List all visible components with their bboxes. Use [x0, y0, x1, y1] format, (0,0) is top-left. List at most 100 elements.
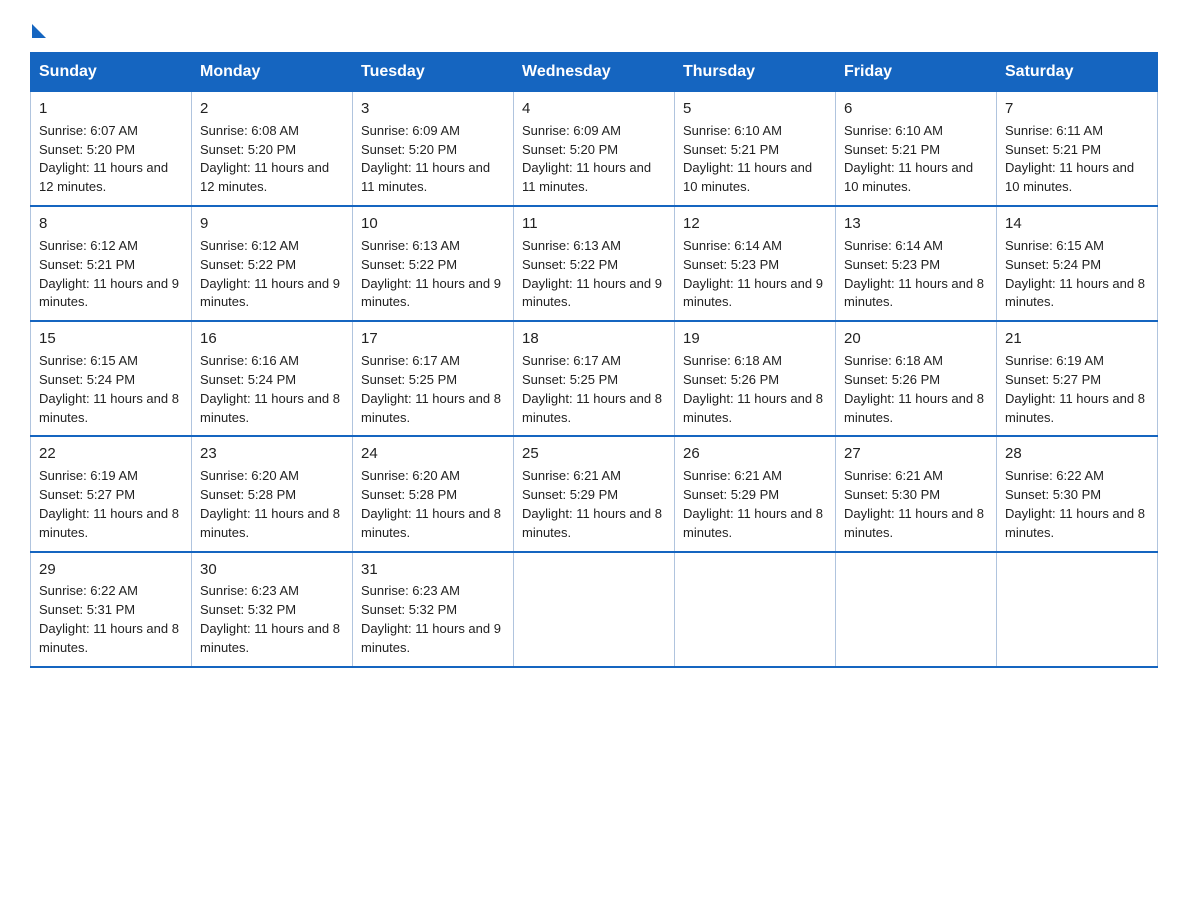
sunrise-text: Sunrise: 6:14 AM	[683, 238, 782, 253]
calendar-cell: 15Sunrise: 6:15 AMSunset: 5:24 PMDayligh…	[31, 321, 192, 436]
daylight-text: Daylight: 11 hours and 8 minutes.	[361, 391, 501, 425]
calendar-cell: 16Sunrise: 6:16 AMSunset: 5:24 PMDayligh…	[192, 321, 353, 436]
calendar-cell: 20Sunrise: 6:18 AMSunset: 5:26 PMDayligh…	[836, 321, 997, 436]
calendar-cell: 2Sunrise: 6:08 AMSunset: 5:20 PMDaylight…	[192, 92, 353, 207]
day-number: 25	[522, 443, 666, 465]
daylight-text: Daylight: 11 hours and 8 minutes.	[683, 391, 823, 425]
daylight-text: Daylight: 11 hours and 9 minutes.	[361, 621, 501, 655]
calendar-cell: 26 Sunrise: 6:21 AM Sunset: 5:29 PM Dayligh…	[675, 436, 836, 551]
sunrise-text: Sunrise: 6:17 AM	[361, 353, 460, 368]
sunset-text: Sunset: 5:24 PM	[1005, 257, 1101, 272]
day-number: 21	[1005, 328, 1149, 350]
daylight-text: Daylight: 11 hours and 12 minutes.	[39, 160, 168, 194]
calendar-cell: 13Sunrise: 6:14 AMSunset: 5:23 PMDayligh…	[836, 206, 997, 321]
sunset-text: Sunset: 5:20 PM	[522, 142, 618, 157]
day-number: 3	[361, 98, 505, 120]
day-number: 1	[39, 98, 183, 120]
daylight-text: Daylight: 11 hours and 8 minutes.	[1005, 391, 1145, 425]
sunrise-text: Sunrise: 6:20 AM	[361, 468, 460, 483]
calendar-cell: 7Sunrise: 6:11 AMSunset: 5:21 PMDaylight…	[997, 92, 1158, 207]
calendar-week-row: 22Sunrise: 6:19 AMSunset: 5:27 PMDayligh…	[31, 436, 1158, 551]
sunrise-text: Sunrise: 6:08 AM	[200, 123, 299, 138]
sunset-text: Sunset: 5:22 PM	[200, 257, 296, 272]
sunrise-text: Sunrise: 6:17 AM	[522, 353, 621, 368]
sunrise-text: Sunrise: 6:09 AM	[361, 123, 460, 138]
daylight-text: Daylight: 11 hours and 11 minutes.	[361, 160, 490, 194]
header-tuesday: Tuesday	[353, 53, 514, 92]
daylight-text: Daylight: 11 hours and 8 minutes.	[522, 506, 662, 540]
sunrise-text: Sunrise: 6:14 AM	[844, 238, 943, 253]
sunset-text: Sunset: 5:31 PM	[39, 602, 135, 617]
daylight-text: Daylight: 11 hours and 9 minutes.	[683, 276, 823, 310]
calendar-cell: 27 Sunrise: 6:21 AM Sunset: 5:30 PM Dayligh…	[836, 436, 997, 551]
sunset-text: Sunset: 5:24 PM	[200, 372, 296, 387]
calendar-cell: 4Sunrise: 6:09 AMSunset: 5:20 PMDaylight…	[514, 92, 675, 207]
sunset-text: Sunset: 5:30 PM	[844, 487, 940, 502]
sunrise-text: Sunrise: 6:23 AM	[361, 583, 460, 598]
daylight-text: Daylight: 11 hours and 12 minutes.	[200, 160, 329, 194]
header-sunday: Sunday	[31, 53, 192, 92]
daylight-text: Daylight: 11 hours and 10 minutes.	[844, 160, 973, 194]
daylight-text: Daylight: 11 hours and 8 minutes.	[200, 621, 340, 655]
daylight-text: Daylight: 11 hours and 8 minutes.	[844, 506, 984, 540]
sunrise-text: Sunrise: 6:10 AM	[683, 123, 782, 138]
sunset-text: Sunset: 5:20 PM	[361, 142, 457, 157]
calendar-cell: 23Sunrise: 6:20 AMSunset: 5:28 PMDayligh…	[192, 436, 353, 551]
sunset-text: Sunset: 5:25 PM	[361, 372, 457, 387]
calendar-cell: 8Sunrise: 6:12 AMSunset: 5:21 PMDaylight…	[31, 206, 192, 321]
day-number: 27	[844, 443, 988, 465]
sunrise-text: Sunrise: 6:19 AM	[1005, 353, 1104, 368]
daylight-text: Daylight: 11 hours and 9 minutes.	[200, 276, 340, 310]
daylight-text: Daylight: 11 hours and 8 minutes.	[39, 391, 179, 425]
daylight-text: Daylight: 11 hours and 9 minutes.	[361, 276, 501, 310]
sunset-text: Sunset: 5:20 PM	[39, 142, 135, 157]
day-number: 22	[39, 443, 183, 465]
calendar-cell	[836, 552, 997, 667]
sunrise-text: Sunrise: 6:21 AM	[683, 468, 782, 483]
sunrise-text: Sunrise: 6:11 AM	[1005, 123, 1103, 138]
sunrise-text: Sunrise: 6:18 AM	[844, 353, 943, 368]
sunrise-text: Sunrise: 6:19 AM	[39, 468, 138, 483]
daylight-text: Daylight: 11 hours and 10 minutes.	[1005, 160, 1134, 194]
sunset-text: Sunset: 5:28 PM	[361, 487, 457, 502]
logo-triangle-icon	[32, 24, 46, 38]
calendar-cell: 17Sunrise: 6:17 AMSunset: 5:25 PMDayligh…	[353, 321, 514, 436]
sunset-text: Sunset: 5:29 PM	[683, 487, 779, 502]
sunset-text: Sunset: 5:21 PM	[1005, 142, 1101, 157]
sunset-text: Sunset: 5:21 PM	[39, 257, 135, 272]
sunrise-text: Sunrise: 6:16 AM	[200, 353, 299, 368]
sunset-text: Sunset: 5:27 PM	[1005, 372, 1101, 387]
daylight-text: Daylight: 11 hours and 8 minutes.	[39, 621, 179, 655]
sunrise-text: Sunrise: 6:23 AM	[200, 583, 299, 598]
calendar-cell: 21 Sunrise: 6:19 AM Sunset: 5:27 PM Dayligh…	[997, 321, 1158, 436]
day-number: 26	[683, 443, 827, 465]
sunset-text: Sunset: 5:30 PM	[1005, 487, 1101, 502]
daylight-text: Daylight: 11 hours and 8 minutes.	[1005, 506, 1145, 540]
day-number: 10	[361, 213, 505, 235]
calendar-cell: 6Sunrise: 6:10 AMSunset: 5:21 PMDaylight…	[836, 92, 997, 207]
header-saturday: Saturday	[997, 53, 1158, 92]
day-number: 15	[39, 328, 183, 350]
calendar-cell: 9Sunrise: 6:12 AMSunset: 5:22 PMDaylight…	[192, 206, 353, 321]
sunrise-text: Sunrise: 6:10 AM	[844, 123, 943, 138]
daylight-text: Daylight: 11 hours and 8 minutes.	[39, 506, 179, 540]
day-number: 4	[522, 98, 666, 120]
daylight-text: Daylight: 11 hours and 8 minutes.	[200, 391, 340, 425]
calendar-cell: 19Sunrise: 6:18 AMSunset: 5:26 PMDayligh…	[675, 321, 836, 436]
sunset-text: Sunset: 5:21 PM	[844, 142, 940, 157]
calendar-cell: 22Sunrise: 6:19 AMSunset: 5:27 PMDayligh…	[31, 436, 192, 551]
sunset-text: Sunset: 5:26 PM	[844, 372, 940, 387]
header	[30, 20, 1158, 34]
calendar-cell	[514, 552, 675, 667]
daylight-text: Daylight: 11 hours and 8 minutes.	[522, 391, 662, 425]
sunrise-text: Sunrise: 6:09 AM	[522, 123, 621, 138]
calendar-cell: 30Sunrise: 6:23 AMSunset: 5:32 PMDayligh…	[192, 552, 353, 667]
daylight-text: Daylight: 11 hours and 8 minutes.	[683, 506, 823, 540]
day-number: 31	[361, 559, 505, 581]
day-number: 20	[844, 328, 988, 350]
calendar-cell: 29Sunrise: 6:22 AMSunset: 5:31 PMDayligh…	[31, 552, 192, 667]
calendar-week-row: 8Sunrise: 6:12 AMSunset: 5:21 PMDaylight…	[31, 206, 1158, 321]
sunrise-text: Sunrise: 6:21 AM	[844, 468, 943, 483]
sunset-text: Sunset: 5:29 PM	[522, 487, 618, 502]
daylight-text: Daylight: 11 hours and 8 minutes.	[844, 276, 984, 310]
